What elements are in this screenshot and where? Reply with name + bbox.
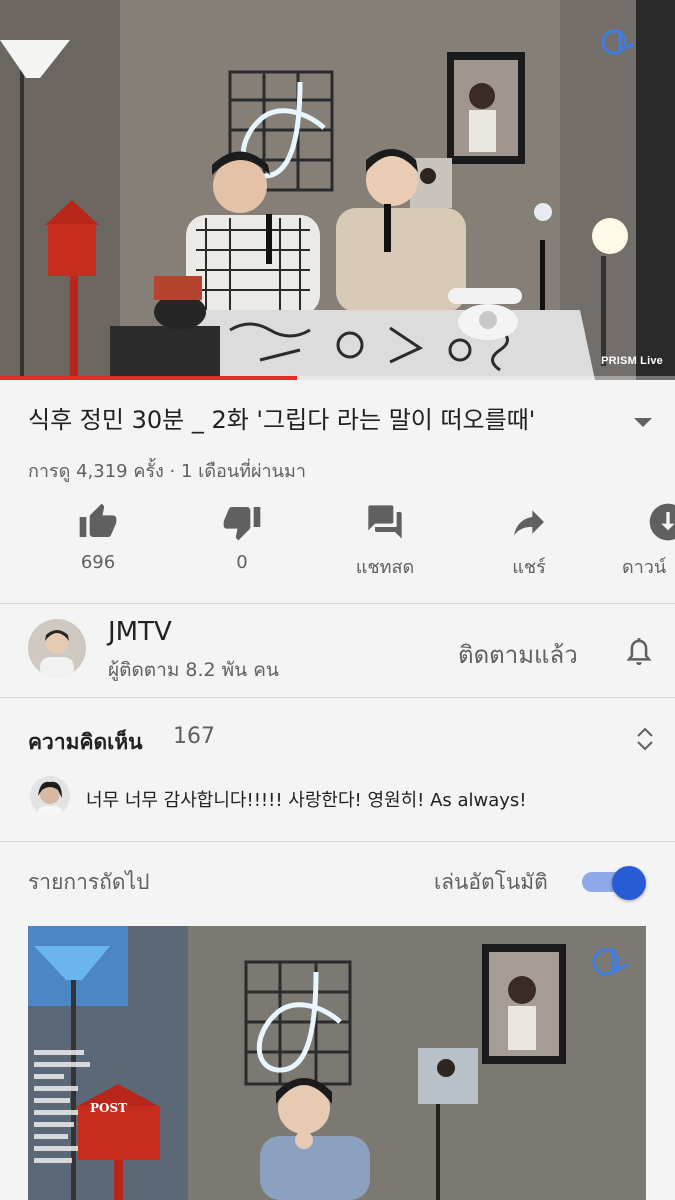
- channel-row: JMTV ผู้ติดตาม 8.2 พัน คน ติดตามแล้ว: [0, 605, 675, 697]
- subscribed-button[interactable]: ติดตามแล้ว: [458, 635, 578, 674]
- download-icon: [649, 503, 675, 541]
- live-chat-label: แชทสด: [355, 557, 415, 578]
- next-video-thumbnail-image: POST: [28, 926, 646, 1200]
- up-next-label: รายการถัดไป: [28, 870, 150, 894]
- live-chat-icon: [368, 505, 402, 539]
- action-bar: 696 0 แชทสด แชร์ ดาวน์: [0, 502, 675, 582]
- live-chat-button[interactable]: แชทสด: [325, 502, 445, 582]
- autoplay-label: เล่นอัตโนมัติ: [434, 870, 548, 894]
- expand-caret-icon[interactable]: [634, 418, 652, 427]
- share-icon: [514, 510, 544, 536]
- share-label: แชร์: [512, 557, 546, 578]
- post-sign: POST: [90, 1101, 127, 1115]
- thumbs-up-icon: [79, 503, 117, 537]
- thumbs-down-icon: [223, 507, 261, 541]
- bell-icon[interactable]: [622, 635, 656, 671]
- prism-live-watermark: PRISM Live: [601, 355, 663, 367]
- like-count: 696: [80, 552, 116, 573]
- channel-avatar[interactable]: [28, 619, 86, 677]
- video-title: 식후 정민 30분 _ 2화 '그립다 라는 말이 떠오를때': [28, 406, 536, 434]
- like-button[interactable]: 696: [38, 502, 158, 582]
- comments-section[interactable]: ความคิดเห็น 167 너무 너무 감사합니다!!!!! 사랑한다! 영…: [0, 698, 675, 841]
- dislike-count: 0: [236, 552, 248, 573]
- next-video-thumbnail[interactable]: POST: [28, 926, 646, 1200]
- channel-avatar-image: [28, 619, 86, 677]
- video-frame: [0, 0, 675, 380]
- video-info: 식후 정민 30분 _ 2화 '그립다 라는 말이 떠오를때' การดู 4,…: [0, 380, 675, 604]
- dislike-button[interactable]: 0: [182, 502, 302, 582]
- autoplay-toggle-knob: [612, 866, 646, 900]
- commenter-avatar: [30, 776, 70, 816]
- download-label: ดาวน์: [622, 557, 667, 578]
- subscriber-count: ผู้ติดตาม 8.2 พัน คน: [108, 659, 279, 681]
- youtube-watch-page: PRISM Live 식후 정민 30분 _ 2화 '그립다 라는 말이 떠오를…: [0, 0, 675, 1200]
- comments-heading: ความคิดเห็น: [28, 730, 143, 754]
- comments-count: 167: [173, 724, 215, 749]
- share-button[interactable]: แชร์: [469, 502, 589, 582]
- channel-name[interactable]: JMTV: [108, 617, 172, 647]
- download-button[interactable]: ดาวน์: [604, 502, 675, 582]
- top-comment-text: 너무 너무 감사합니다!!!!! 사랑한다! 영원히! As always!: [86, 790, 527, 811]
- commenter-avatar-image: [30, 776, 70, 816]
- sort-icon[interactable]: [634, 724, 656, 754]
- video-meta: การดู 4,319 ครั้ง · 1 เดือนที่ผ่านมา: [28, 461, 306, 482]
- divider: [0, 603, 675, 604]
- autoplay-toggle[interactable]: [582, 866, 646, 900]
- up-next-section: รายการถัดไป เล่นอัตโนมัติ POST: [0, 842, 675, 1200]
- video-player[interactable]: PRISM Live: [0, 0, 675, 380]
